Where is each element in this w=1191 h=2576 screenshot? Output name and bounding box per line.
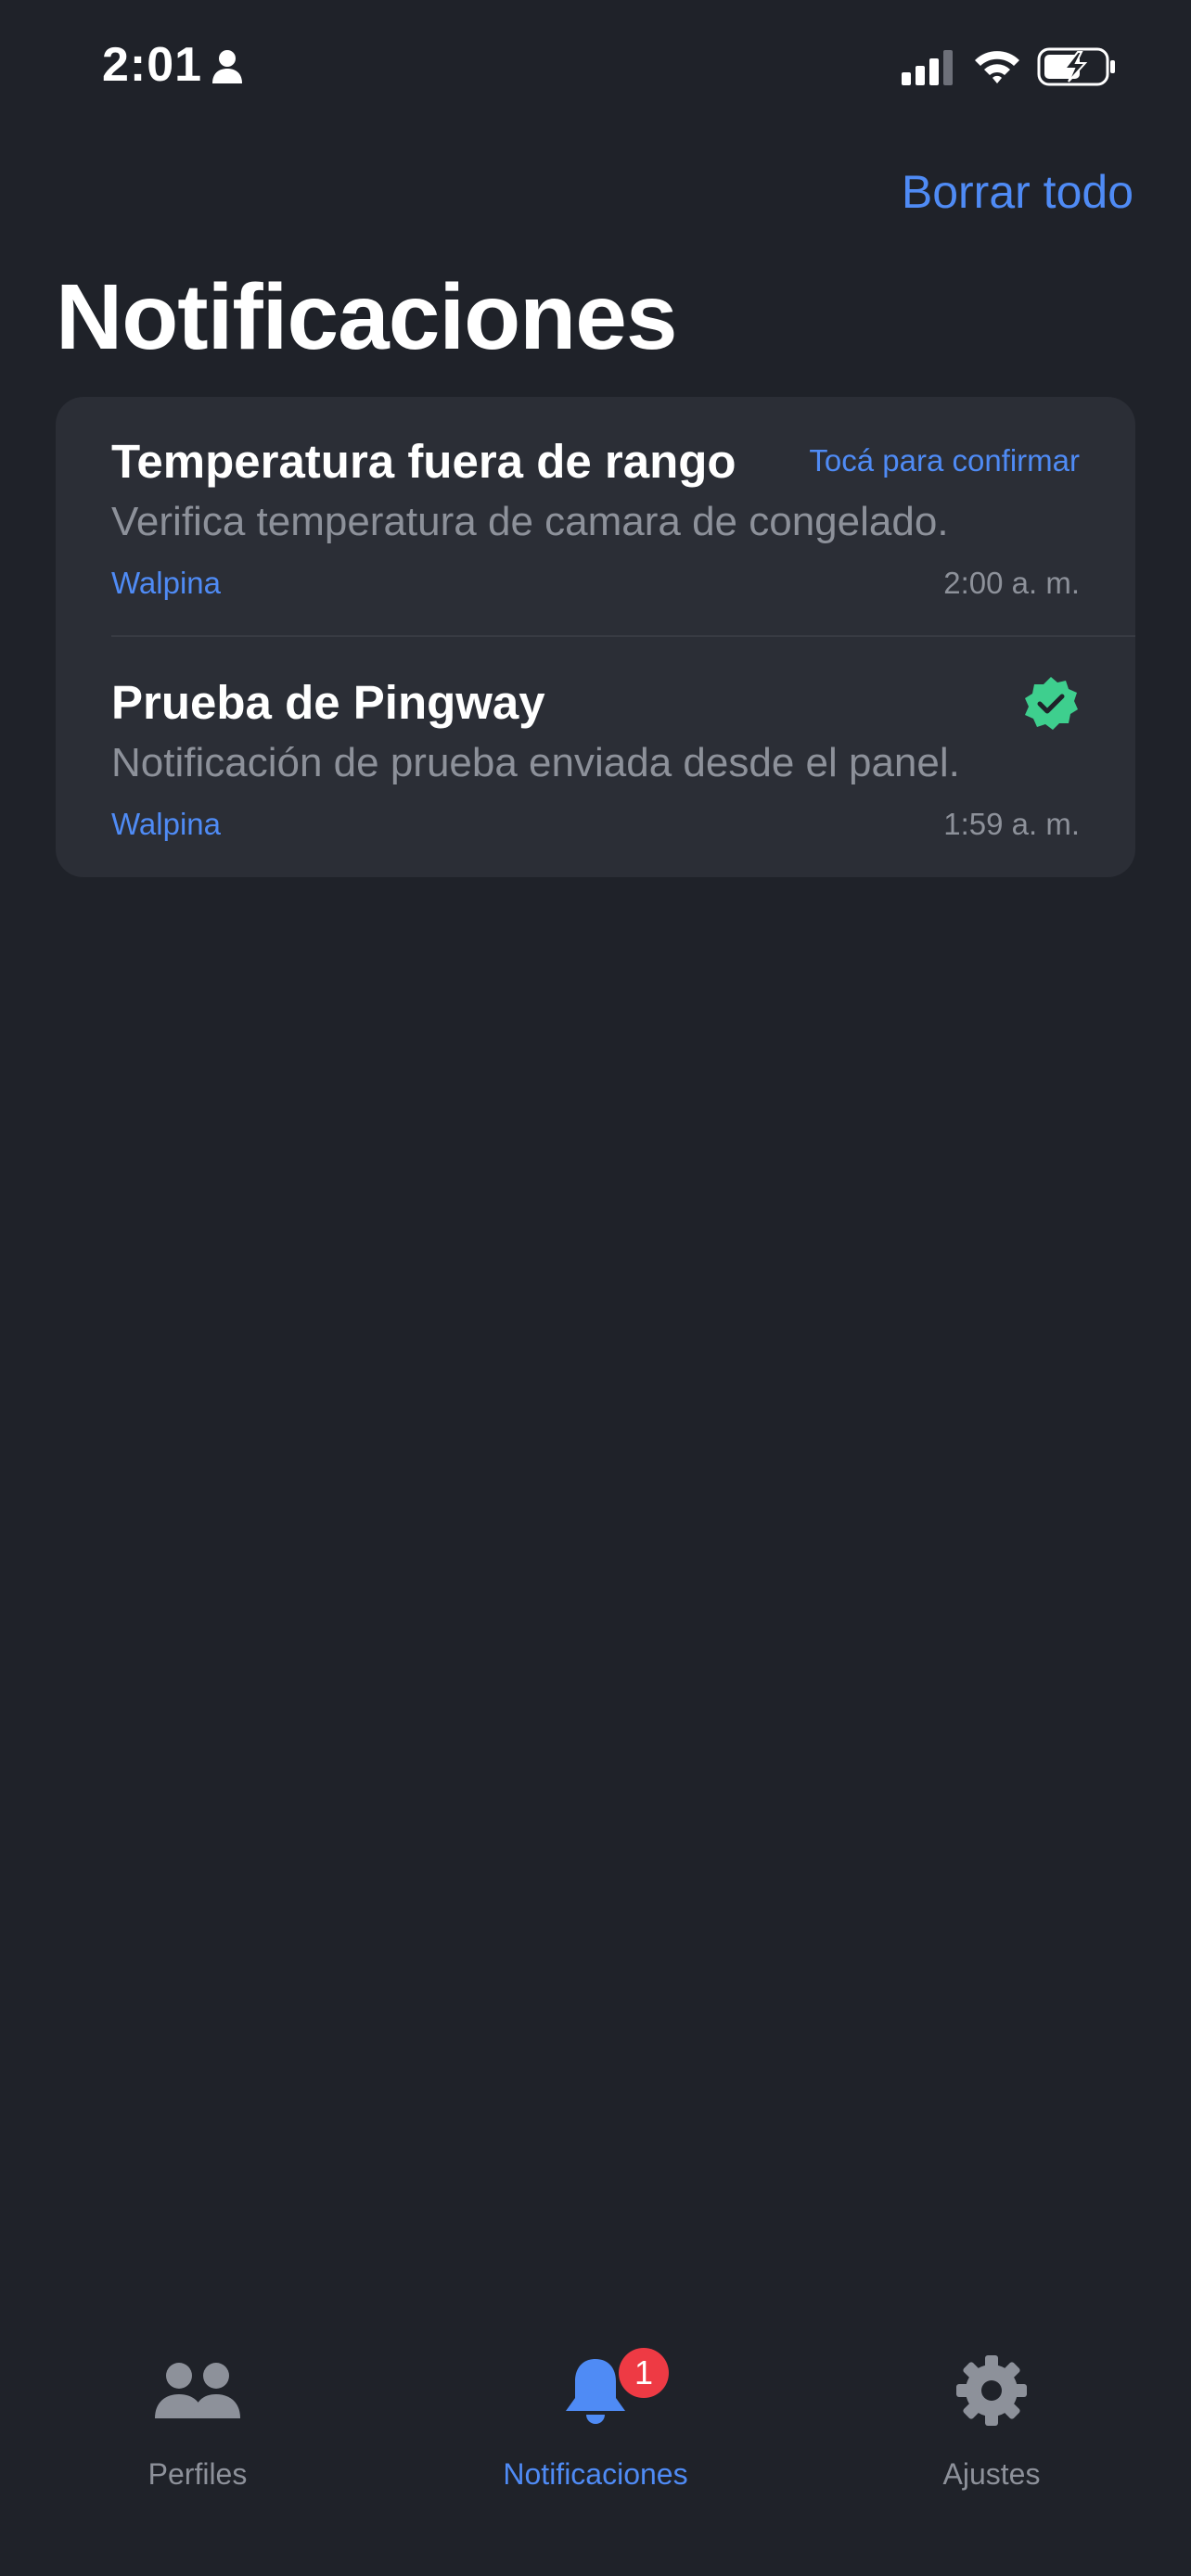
notification-body: Notificación de prueba enviada desde el …	[111, 740, 960, 785]
people-icon	[155, 2363, 240, 2418]
page-title: Notificaciones	[56, 265, 677, 369]
notification-title: Prueba de Pingway	[111, 676, 545, 729]
tab-profiles[interactable]: Perfiles	[58, 2318, 337, 2504]
notification-source: Walpina	[111, 566, 221, 600]
gear-icon	[956, 2355, 1027, 2426]
clear-all-button[interactable]: Borrar todo	[902, 165, 1133, 219]
notification-time: 2:00 a. m.	[943, 566, 1080, 600]
divider	[111, 635, 1135, 637]
notification-title: Temperatura fuera de rango	[111, 435, 736, 488]
tab-bar: Perfiles 1 Notificaciones Ajustes	[0, 2318, 1191, 2576]
status-bar: 2:01	[0, 0, 1191, 139]
notification-body: Verifica temperatura de camara de congel…	[111, 499, 949, 544]
status-time: 2:01	[102, 38, 203, 92]
cellular-signal-icon	[902, 50, 953, 85]
verified-check-icon	[1025, 677, 1078, 730]
tab-label: Ajustes	[942, 2457, 1041, 2491]
notifications-list: Temperatura fuera de rango Tocá para con…	[56, 397, 1135, 877]
tap-to-confirm-button[interactable]: Tocá para confirmar	[809, 443, 1080, 478]
notification-source: Walpina	[111, 807, 221, 841]
notification-time: 1:59 a. m.	[943, 807, 1080, 841]
notification-badge: 1	[619, 2348, 669, 2398]
wifi-icon	[975, 51, 1019, 83]
tab-notifications[interactable]: 1 Notificaciones	[456, 2318, 735, 2504]
person-icon	[212, 50, 242, 83]
tab-label: Notificaciones	[503, 2457, 688, 2491]
battery-charging-icon	[1037, 47, 1115, 86]
tab-label: Perfiles	[147, 2457, 248, 2491]
tab-settings[interactable]: Ajustes	[852, 2318, 1131, 2504]
